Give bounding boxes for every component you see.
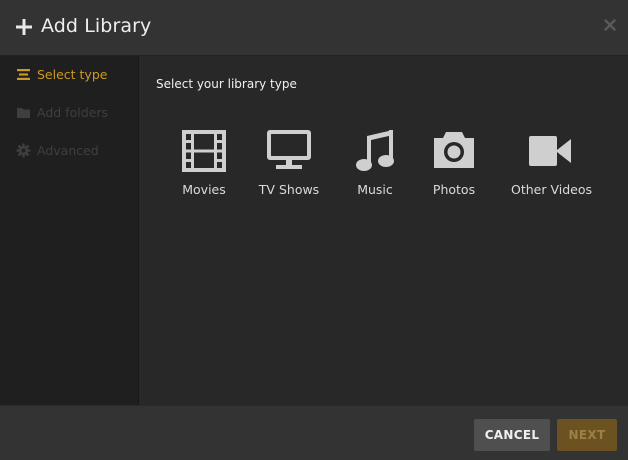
sidebar-item-advanced[interactable]: Advanced <box>0 134 139 168</box>
type-label: Music <box>357 182 393 197</box>
folder-icon <box>17 108 30 118</box>
sidebar-item-select-type[interactable]: Select type <box>0 58 139 92</box>
type-label: TV Shows <box>258 182 320 197</box>
sidebar-item-add-folders[interactable]: Add folders <box>0 96 139 130</box>
type-label: Movies <box>182 182 226 197</box>
next-button[interactable]: NEXT <box>557 419 617 451</box>
main-content: Select your library type Movies TV Shows… <box>139 56 628 405</box>
dialog-title: Add Library <box>41 15 152 37</box>
type-label: Photos <box>432 182 476 197</box>
tv-icon <box>267 130 311 169</box>
sidebar-item-label: Add folders <box>37 105 108 120</box>
add-library-dialog: Add Library Select type Add folders Adva… <box>0 0 628 460</box>
type-label: Other Videos <box>511 182 592 197</box>
type-movies-button[interactable]: Movies <box>171 130 237 200</box>
music-note-icon <box>356 130 394 171</box>
gear-icon <box>16 143 31 158</box>
cancel-button[interactable]: CANCEL <box>474 419 550 451</box>
dialog-header: Add Library <box>0 0 628 56</box>
sidebar-item-label: Select type <box>37 67 108 82</box>
dialog-footer: CANCEL NEXT <box>0 405 628 460</box>
video-camera-icon <box>529 136 571 166</box>
type-photos-button[interactable]: Photos <box>425 130 483 200</box>
select-type-prompt: Select your library type <box>156 77 297 91</box>
film-icon <box>182 130 226 172</box>
plus-icon <box>16 19 32 35</box>
sidebar: Select type Add folders Advanced <box>0 56 139 405</box>
close-button[interactable] <box>602 17 618 33</box>
list-icon <box>17 69 30 80</box>
type-tv-shows-button[interactable]: TV Shows <box>255 130 323 200</box>
sidebar-item-label: Advanced <box>37 143 99 158</box>
close-icon <box>604 19 616 31</box>
camera-icon <box>434 132 474 168</box>
type-music-button[interactable]: Music <box>345 130 405 200</box>
type-other-videos-button[interactable]: Other Videos <box>511 130 592 200</box>
